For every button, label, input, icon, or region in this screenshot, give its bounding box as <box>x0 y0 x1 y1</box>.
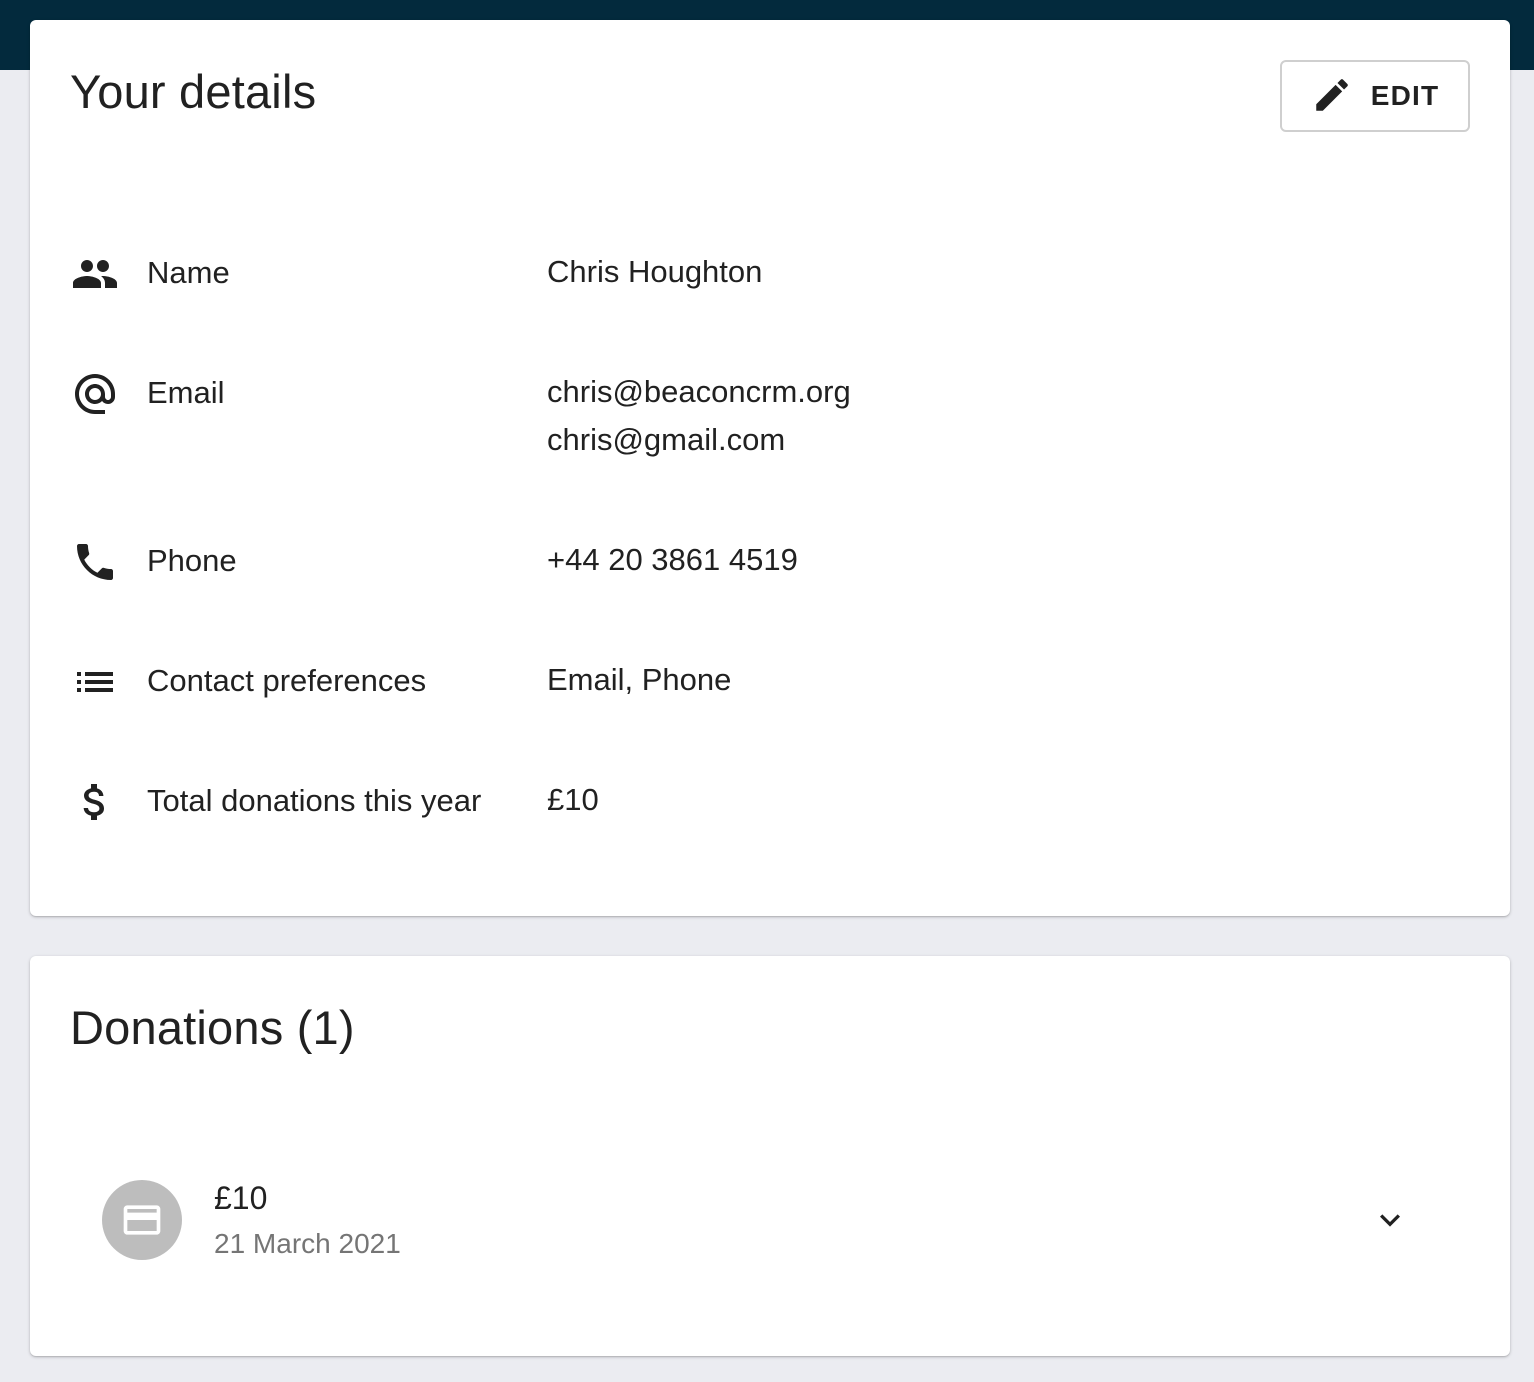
people-icon <box>70 249 120 299</box>
phone-label: Phone <box>147 543 237 578</box>
dollar-icon <box>70 777 120 827</box>
donation-amount: £10 <box>214 1180 268 1216</box>
email-label: Email <box>147 375 225 410</box>
detail-row-total-donations: Total donations this year £10 <box>70 773 1470 833</box>
donation-date: 21 March 2021 <box>214 1228 401 1259</box>
email-value-line-1: chris@beaconcrm.org <box>547 374 851 409</box>
at-sign-icon <box>70 369 120 419</box>
edit-button[interactable]: EDIT <box>1280 60 1470 132</box>
phone-value: +44 20 3861 4519 <box>547 536 798 584</box>
details-title: Your details <box>70 65 317 118</box>
name-value-line: Chris Houghton <box>547 254 763 289</box>
phone-icon <box>70 537 120 587</box>
detail-row-name: Name Chris Houghton <box>70 245 1470 305</box>
email-value: chris@beaconcrm.org chris@gmail.com <box>547 368 851 464</box>
pencil-icon <box>1311 74 1353 119</box>
name-value: Chris Houghton <box>547 248 762 296</box>
donations-title: Donations (1) <box>70 1001 355 1054</box>
details-card: Your details EDIT Name Chris Houghton Em… <box>30 20 1510 916</box>
phone-value-line: +44 20 3861 4519 <box>547 542 798 577</box>
email-value-line-2: chris@gmail.com <box>547 422 786 457</box>
detail-row-contact-preferences: Contact preferences Email, Phone <box>70 653 1470 713</box>
total-donations-label: Total donations this year <box>147 783 482 818</box>
contact-preferences-value-line: Email, Phone <box>547 662 732 697</box>
contact-preferences-label: Contact preferences <box>147 663 427 698</box>
donation-item[interactable]: £10 21 March 2021 <box>70 1156 1470 1286</box>
detail-row-phone: Phone +44 20 3861 4519 <box>70 533 1470 593</box>
contact-preferences-value: Email, Phone <box>547 656 731 704</box>
edit-button-label: EDIT <box>1370 80 1440 111</box>
donations-card: Donations (1) £10 21 March 2021 <box>30 956 1510 1356</box>
list-icon <box>70 657 120 707</box>
name-label: Name <box>147 255 230 290</box>
detail-row-email: Email chris@beaconcrm.org chris@gmail.co… <box>70 365 1470 475</box>
chevron-down-icon[interactable] <box>1366 1196 1414 1244</box>
total-donations-value-line: £10 <box>547 782 599 817</box>
total-donations-value: £10 <box>547 776 599 824</box>
credit-card-icon <box>102 1180 182 1260</box>
